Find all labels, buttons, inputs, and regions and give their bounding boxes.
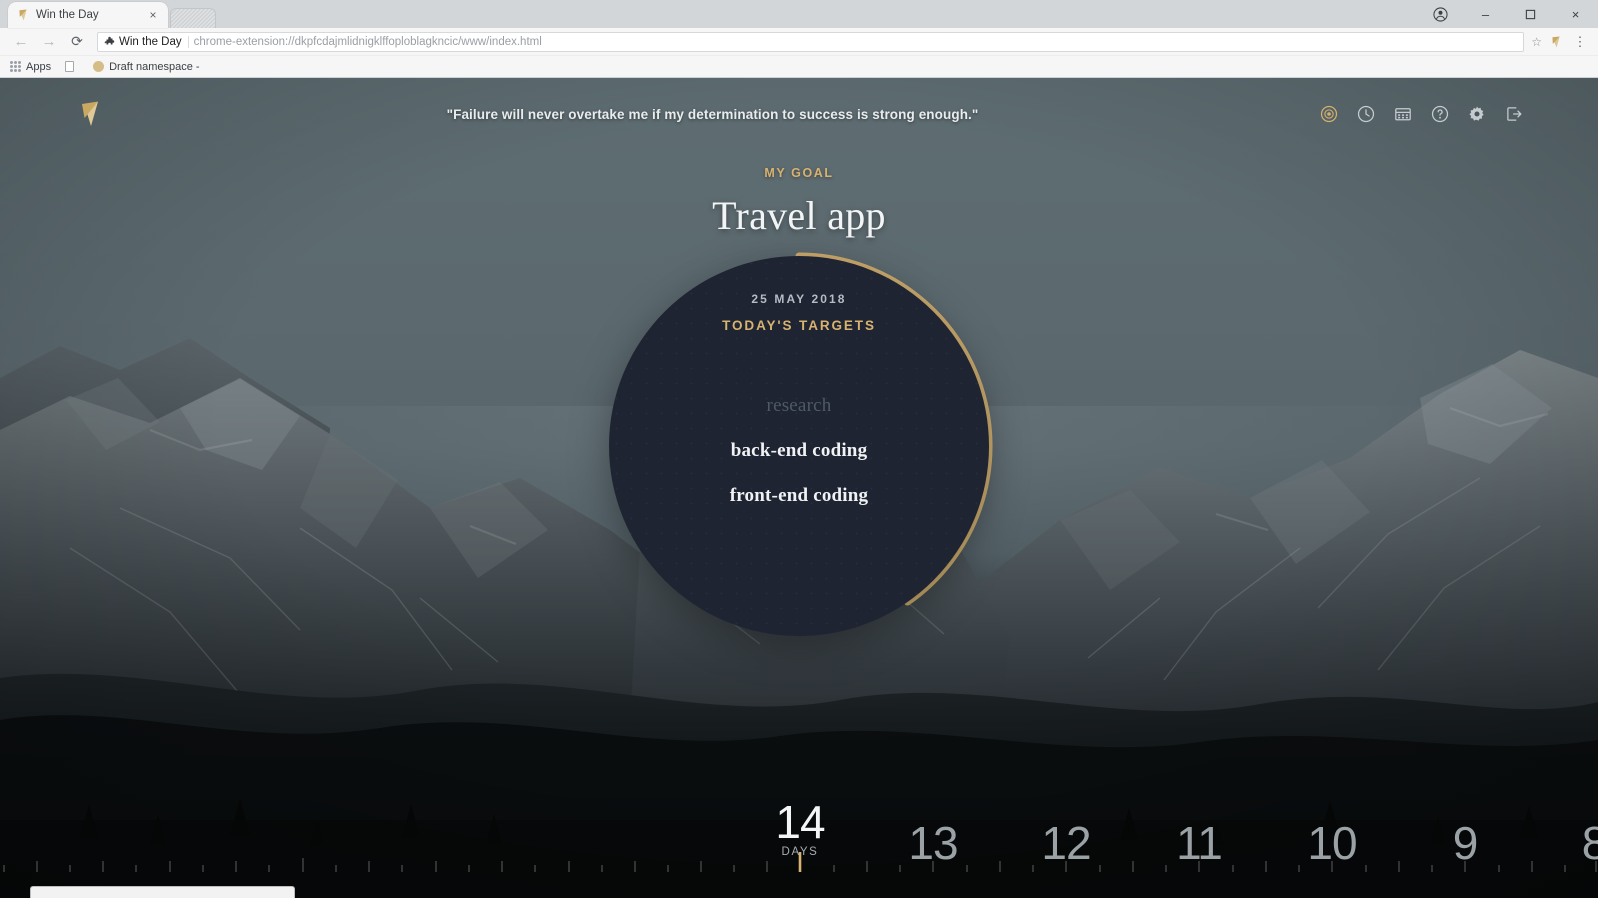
task-item[interactable]: back-end coding bbox=[731, 440, 868, 462]
download-shelf-bar[interactable] bbox=[30, 886, 295, 898]
tab-close-icon[interactable]: × bbox=[146, 8, 160, 22]
bookmarks-bar: Apps Draft namespace - bbox=[0, 56, 1598, 78]
minimize-button[interactable]: – bbox=[1463, 0, 1508, 28]
puzzle-icon bbox=[104, 36, 115, 45]
task-item[interactable]: front-end coding bbox=[730, 485, 869, 507]
target-icon[interactable] bbox=[1320, 105, 1338, 123]
targets-subtitle: TODAY'S TARGETS bbox=[722, 318, 876, 333]
profile-icon[interactable] bbox=[1418, 0, 1463, 28]
countdown-timeline: 14 DAYS 13 12 11 10 9 bbox=[0, 786, 1598, 872]
bookmark-star-icon[interactable]: ☆ bbox=[1531, 35, 1542, 49]
browser-tab[interactable]: Win the Day × bbox=[8, 2, 168, 28]
url-text: chrome-extension://dkpfcdajmlidnigklffop… bbox=[193, 35, 542, 48]
inactive-tab-placeholder[interactable] bbox=[170, 8, 216, 28]
extension-origin-badge: Win the Day bbox=[104, 35, 189, 48]
goal-heading: MY GOAL Travel app bbox=[0, 166, 1598, 239]
motivational-quote: "Failure will never overtake me if my de… bbox=[446, 106, 979, 122]
current-date: 25 MAY 2018 bbox=[751, 292, 847, 306]
browser-toolbar: ← → ⟳ Win the Day chrome-extension://dkp… bbox=[0, 28, 1598, 56]
daily-targets-circle: 25 MAY 2018 TODAY'S TARGETS research bac… bbox=[609, 252, 993, 636]
toolbar-right-actions: ☆ ⋮ bbox=[1531, 32, 1590, 52]
close-window-button[interactable]: × bbox=[1553, 0, 1598, 28]
win-the-day-extension-icon[interactable] bbox=[1546, 32, 1566, 52]
clock-icon[interactable] bbox=[1357, 105, 1375, 123]
calendar-icon[interactable] bbox=[1394, 105, 1412, 123]
reload-button[interactable]: ⟳ bbox=[64, 29, 90, 55]
apps-shortcut[interactable]: Apps bbox=[10, 61, 51, 73]
settings-gear-icon[interactable] bbox=[1468, 105, 1486, 123]
tab-strip: Win the Day × – × bbox=[0, 0, 1598, 28]
chrome-menu-button[interactable]: ⋮ bbox=[1570, 32, 1590, 52]
browser-window: Win the Day × – × ← → ⟳ Win the Day chro… bbox=[0, 0, 1598, 898]
bookmark-item[interactable] bbox=[65, 61, 79, 72]
page-title[interactable]: Travel app bbox=[0, 192, 1598, 239]
favicon-dot-icon bbox=[93, 61, 105, 72]
extension-name: Win the Day bbox=[119, 35, 182, 48]
maximize-button[interactable] bbox=[1508, 0, 1553, 28]
app-header-icons bbox=[1320, 105, 1523, 123]
page-content: "Failure will never overtake me if my de… bbox=[0, 78, 1598, 898]
logout-icon[interactable] bbox=[1505, 105, 1523, 123]
timeline-ruler[interactable] bbox=[0, 850, 1598, 872]
forward-button[interactable]: → bbox=[36, 29, 62, 55]
app-header: "Failure will never overtake me if my de… bbox=[0, 78, 1598, 150]
window-controls: – × bbox=[1418, 0, 1598, 28]
document-icon bbox=[65, 61, 75, 72]
countdown-value: 14 bbox=[775, 796, 825, 849]
address-bar[interactable]: Win the Day chrome-extension://dkpfcdajm… bbox=[97, 31, 1525, 52]
tab-title: Win the Day bbox=[36, 9, 99, 21]
task-item[interactable]: research bbox=[767, 395, 832, 417]
help-icon[interactable] bbox=[1431, 105, 1449, 123]
task-list: research back-end coding front-end codin… bbox=[609, 395, 989, 507]
back-button[interactable]: ← bbox=[8, 29, 34, 55]
apps-grid-icon bbox=[10, 61, 21, 72]
win-the-day-logo-icon[interactable] bbox=[75, 97, 105, 131]
bookmark-item[interactable]: Draft namespace - bbox=[93, 60, 200, 73]
apps-label: Apps bbox=[26, 60, 52, 73]
bookmark-label: Draft namespace - bbox=[109, 60, 200, 73]
goal-kicker: MY GOAL bbox=[764, 166, 834, 180]
win-the-day-logo-icon bbox=[16, 8, 30, 22]
countdown-numbers: 14 DAYS 13 12 11 10 9 bbox=[0, 788, 1598, 866]
targets-disc: 25 MAY 2018 TODAY'S TARGETS research bac… bbox=[609, 256, 989, 636]
